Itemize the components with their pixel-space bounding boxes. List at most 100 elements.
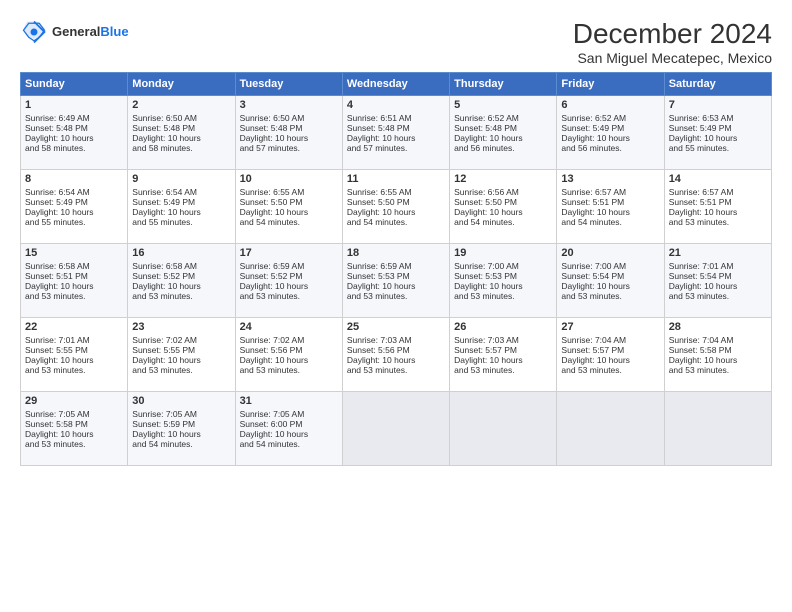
day-number: 3	[240, 99, 338, 111]
cell-line: Sunset: 5:51 PM	[25, 271, 123, 281]
calendar-cell: 5Sunrise: 6:52 AMSunset: 5:48 PMDaylight…	[450, 96, 557, 170]
cell-line: Sunset: 5:53 PM	[454, 271, 552, 281]
day-number: 7	[669, 99, 767, 111]
calendar-week-row: 8Sunrise: 6:54 AMSunset: 5:49 PMDaylight…	[21, 170, 772, 244]
cell-line: Sunrise: 6:50 AM	[240, 113, 338, 123]
calendar-cell: 17 Sunrise: 6:59 AMSunset: 5:52 PMDayligh…	[235, 244, 342, 318]
cell-line: Daylight: 10 hours	[561, 133, 659, 143]
day-number: 13	[561, 173, 659, 185]
cell-line: Sunset: 5:56 PM	[240, 345, 338, 355]
calendar-cell: 11Sunrise: 6:55 AMSunset: 5:50 PMDayligh…	[342, 170, 449, 244]
col-header-wednesday: Wednesday	[342, 73, 449, 96]
cell-line: Daylight: 10 hours	[240, 281, 338, 291]
day-number: 15	[25, 247, 123, 259]
calendar-cell: 15Sunrise: 6:58 AMSunset: 5:51 PMDayligh…	[21, 244, 128, 318]
calendar-cell	[664, 392, 771, 466]
col-header-friday: Friday	[557, 73, 664, 96]
calendar-week-row: 29 Sunrise: 7:05 AM Sunset: 5:58 PM Dayligh…	[21, 392, 772, 466]
cell-line: and 55 minutes.	[132, 217, 230, 227]
cell-line: Sunset: 5:53 PM	[347, 271, 445, 281]
cell-line: Sunset: 5:50 PM	[454, 197, 552, 207]
calendar-cell: 23Sunrise: 7:02 AMSunset: 5:55 PMDayligh…	[128, 318, 235, 392]
calendar-week-row: 15 Sunrise: 6:58 AM Sunset: 5:51 PM Dayligh…	[21, 244, 772, 318]
cell-line: Sunrise: 6:54 AM	[25, 187, 123, 197]
cell-line: Sunset: 5:54 PM	[669, 271, 767, 281]
calendar-week-row: 22Sunrise: 7:01 AMSunset: 5:55 PMDayligh…	[21, 318, 772, 392]
calendar-cell: 4Sunrise: 6:51 AMSunset: 5:48 PMDaylight…	[342, 96, 449, 170]
calendar-cell: 7Sunrise: 6:53 AMSunset: 5:49 PMDaylight…	[664, 96, 771, 170]
cell-line: and 56 minutes.	[454, 143, 552, 153]
cell-line: Sunset: 5:48 PM	[347, 123, 445, 133]
title-block: December 2024 San Miguel Mecatepec, Mexi…	[573, 18, 772, 66]
cell-line: Daylight: 10 hours	[669, 133, 767, 143]
cell-line: Sunset: 5:52 PM	[240, 271, 338, 281]
calendar-cell: 10Sunrise: 6:55 AMSunset: 5:50 PMDayligh…	[235, 170, 342, 244]
calendar-cell: 29Sunrise: 7:05 AMSunset: 5:58 PMDayligh…	[21, 392, 128, 466]
calendar-week-row: 1Sunrise: 6:49 AMSunset: 5:48 PMDaylight…	[21, 96, 772, 170]
cell-line: and 53 minutes.	[25, 291, 123, 301]
cell-line: and 53 minutes.	[347, 291, 445, 301]
cell-line: and 53 minutes.	[669, 291, 767, 301]
cell-line: Sunset: 5:49 PM	[25, 197, 123, 207]
cell-line: Sunrise: 6:59 AM	[240, 261, 338, 271]
cell-line: Sunrise: 6:55 AM	[347, 187, 445, 197]
day-number: 29	[25, 395, 123, 407]
calendar-header-row: SundayMondayTuesdayWednesdayThursdayFrid…	[21, 73, 772, 96]
day-number: 31	[240, 395, 338, 407]
cell-line: Sunrise: 7:04 AM	[669, 335, 767, 345]
cell-line: Daylight: 10 hours	[347, 207, 445, 217]
cell-line: and 57 minutes.	[347, 143, 445, 153]
cell-line: Daylight: 10 hours	[25, 355, 123, 365]
col-header-saturday: Saturday	[664, 73, 771, 96]
logo: GeneralBlue	[20, 18, 129, 46]
cell-line: and 53 minutes.	[454, 291, 552, 301]
calendar-cell: 16Sunrise: 6:58 AMSunset: 5:52 PMDayligh…	[128, 244, 235, 318]
cell-line: Sunrise: 7:04 AM	[561, 335, 659, 345]
cell-line: Sunrise: 6:56 AM	[454, 187, 552, 197]
calendar-cell: 25Sunrise: 7:03 AMSunset: 5:56 PMDayligh…	[342, 318, 449, 392]
cell-line: and 53 minutes.	[25, 365, 123, 375]
cell-line: Sunset: 5:50 PM	[347, 197, 445, 207]
col-header-thursday: Thursday	[450, 73, 557, 96]
cell-line: Sunrise: 7:05 AM	[132, 409, 230, 419]
calendar-cell: 1Sunrise: 6:49 AMSunset: 5:48 PMDaylight…	[21, 96, 128, 170]
cell-line: Sunset: 5:57 PM	[454, 345, 552, 355]
day-number: 16	[132, 247, 230, 259]
main-title: December 2024	[573, 18, 772, 50]
cell-line: Sunrise: 6:57 AM	[669, 187, 767, 197]
day-number: 17	[240, 247, 338, 259]
cell-line: Sunrise: 6:51 AM	[347, 113, 445, 123]
cell-line: Daylight: 10 hours	[240, 207, 338, 217]
cell-line: and 53 minutes.	[240, 365, 338, 375]
cell-line: Sunset: 5:48 PM	[25, 123, 123, 133]
cell-line: Sunset: 5:51 PM	[669, 197, 767, 207]
cell-line: Daylight: 10 hours	[240, 355, 338, 365]
cell-line: and 58 minutes.	[25, 143, 123, 153]
cell-line: Daylight: 10 hours	[347, 355, 445, 365]
cell-line: and 54 minutes.	[240, 217, 338, 227]
day-number: 30	[132, 395, 230, 407]
cell-line: Daylight: 10 hours	[347, 133, 445, 143]
calendar-cell	[450, 392, 557, 466]
cell-line: Sunrise: 6:53 AM	[669, 113, 767, 123]
cell-line: Sunrise: 6:58 AM	[132, 261, 230, 271]
day-number: 9	[132, 173, 230, 185]
col-header-sunday: Sunday	[21, 73, 128, 96]
col-header-tuesday: Tuesday	[235, 73, 342, 96]
cell-line: and 53 minutes.	[454, 365, 552, 375]
calendar-cell: 21Sunrise: 7:01 AMSunset: 5:54 PMDayligh…	[664, 244, 771, 318]
cell-line: and 54 minutes.	[132, 439, 230, 449]
cell-line: Daylight: 10 hours	[669, 355, 767, 365]
cell-line: Daylight: 10 hours	[240, 429, 338, 439]
calendar-cell: 8Sunrise: 6:54 AMSunset: 5:49 PMDaylight…	[21, 170, 128, 244]
cell-line: Sunrise: 6:57 AM	[561, 187, 659, 197]
cell-line: Sunrise: 7:01 AM	[669, 261, 767, 271]
day-number: 21	[669, 247, 767, 259]
day-number: 1	[25, 99, 123, 111]
cell-line: Sunset: 5:58 PM	[25, 419, 123, 429]
cell-line: Sunrise: 7:00 AM	[454, 261, 552, 271]
cell-line: and 55 minutes.	[25, 217, 123, 227]
cell-line: and 53 minutes.	[25, 439, 123, 449]
cell-line: Daylight: 10 hours	[25, 207, 123, 217]
day-number: 2	[132, 99, 230, 111]
